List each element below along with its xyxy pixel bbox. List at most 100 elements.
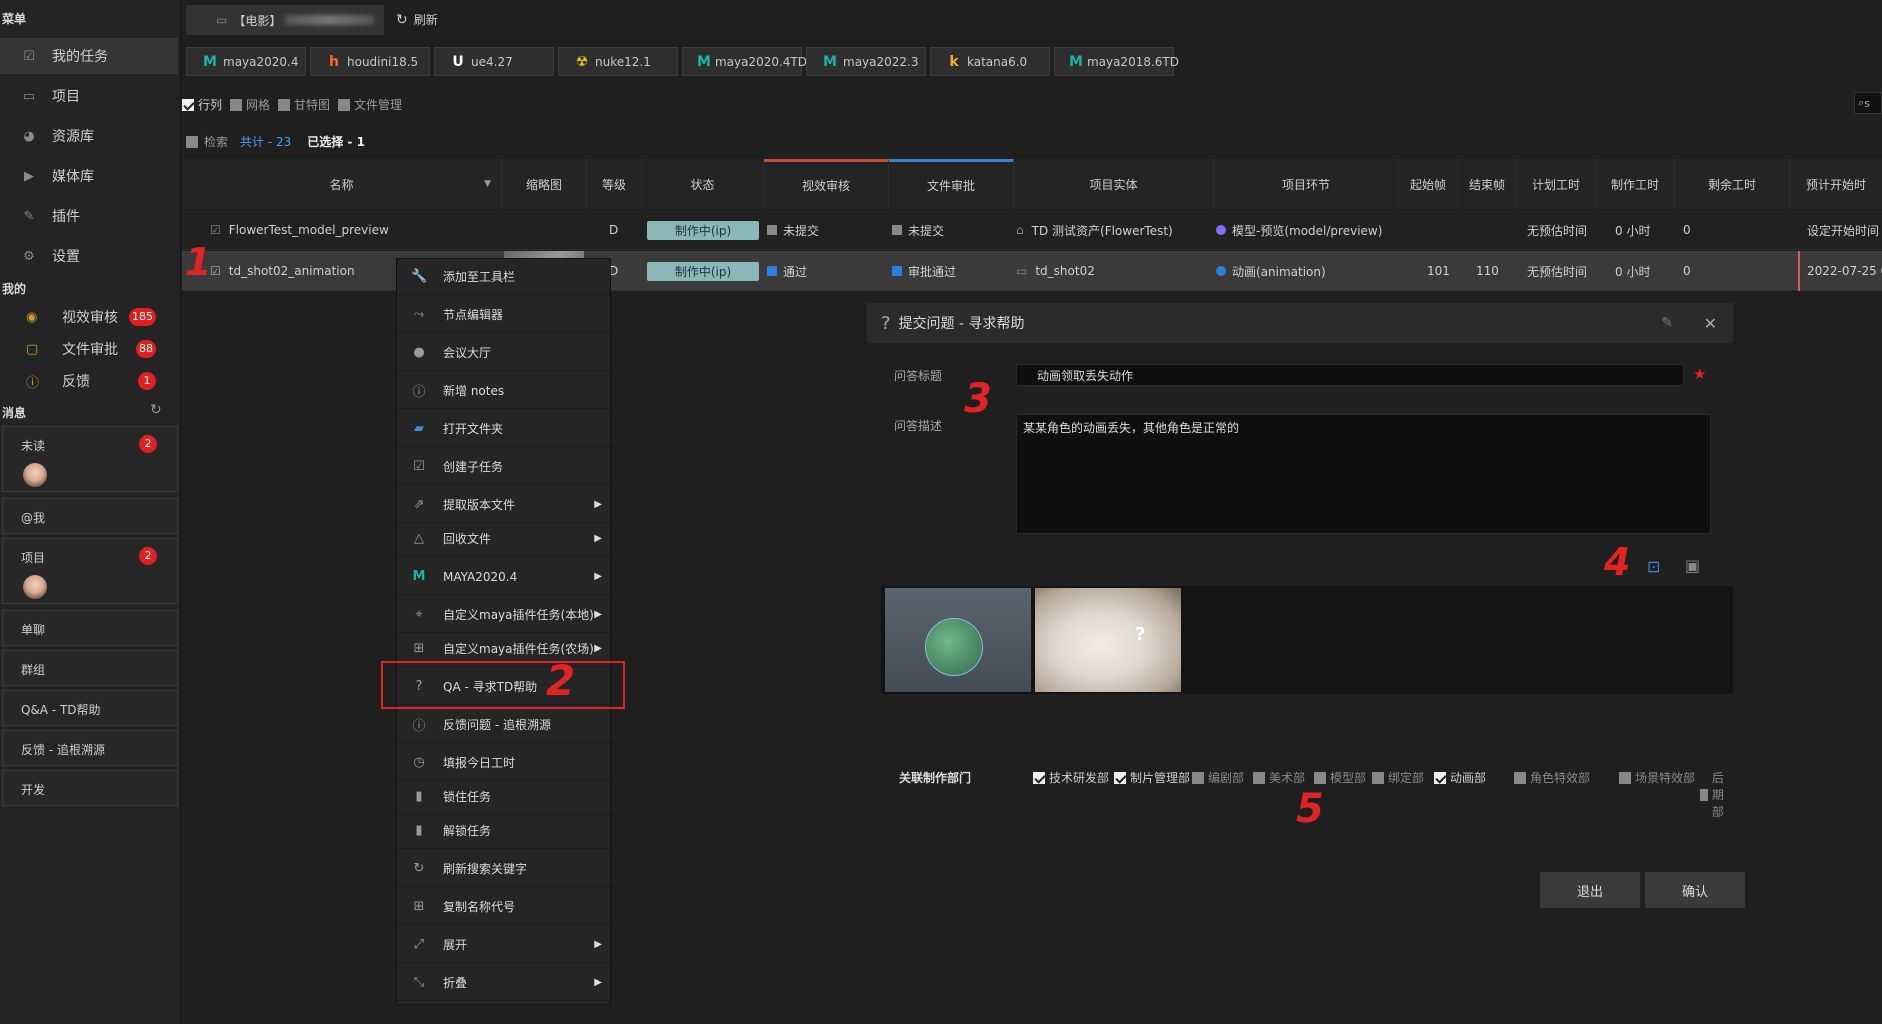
checkbox[interactable] <box>1033 771 1045 784</box>
search-input[interactable]: ⌕ s <box>1854 92 1882 114</box>
context-menu-item-17[interactable]: ⊞ 复制名称代号 <box>397 889 610 925</box>
column-header-file-approval[interactable]: 文件审批 <box>889 159 1014 209</box>
sidebar-item-settings[interactable]: ⚙ 设置 <box>0 238 178 274</box>
column-header-step[interactable]: 项目环节 <box>1214 159 1399 209</box>
attachment-cat-image[interactable]: ? <box>1035 588 1181 692</box>
context-menu-item-2[interactable]: ● 会议大厅 <box>397 335 610 371</box>
status-cell[interactable]: 制作中(ip) <box>647 251 759 291</box>
message-card-group[interactable]: 群组 <box>2 650 178 686</box>
department-option-5[interactable]: 绑定部 <box>1372 769 1424 786</box>
question-title-input[interactable]: 动画领取丢失动作 <box>1016 364 1684 386</box>
software-button-4[interactable]: Mmaya2020.4TD <box>682 47 807 76</box>
message-card-project[interactable]: 项目 2 <box>2 538 178 604</box>
department-option-7[interactable]: 角色特效部 <box>1514 769 1590 786</box>
checkbox[interactable] <box>1700 788 1708 801</box>
department-option-3[interactable]: 美术部 <box>1253 769 1305 786</box>
sidebar-item-project[interactable]: ▭ 项目 <box>0 78 178 114</box>
software-button-0[interactable]: Mmaya2020.4 <box>186 47 306 76</box>
department-option-1[interactable]: 制片管理部 <box>1114 769 1190 786</box>
context-menu-item-9[interactable]: ⌖ 自定义maya插件任务(本地) ▶ <box>397 597 610 633</box>
sidebar-item-feedback[interactable]: ⓘ 反馈 1 <box>0 367 178 395</box>
software-button-5[interactable]: Mmaya2022.3 <box>806 47 926 76</box>
refresh-button[interactable]: ↻ 刷新 <box>396 11 438 28</box>
sidebar-item-my-tasks[interactable]: ☑ 我的任务 <box>0 38 178 74</box>
context-menu-item-14[interactable]: ▮ 锁住任务 <box>397 779 610 815</box>
est-start[interactable]: 设定开始时间 <box>1807 210 1879 250</box>
column-header-remaining-hours[interactable]: 剩余工时 <box>1675 159 1790 209</box>
context-menu-item-13[interactable]: ◷ 填报今日工时 <box>397 745 610 781</box>
message-card-qa[interactable]: Q&A - TD帮助 <box>2 690 178 726</box>
department-option-4[interactable]: 模型部 <box>1314 769 1366 786</box>
confirm-button[interactable]: 确认 <box>1645 872 1745 908</box>
department-option-8[interactable]: 场景特效部 <box>1619 769 1695 786</box>
software-button-2[interactable]: Uue4.27 <box>434 47 554 76</box>
checkbox[interactable] <box>278 98 291 111</box>
software-button-3[interactable]: ☢ nuke12.1 <box>558 47 678 76</box>
checkbox[interactable] <box>1619 771 1631 784</box>
vfx-review-cell[interactable]: 未提交 <box>767 210 819 250</box>
department-option-6[interactable]: 动画部 <box>1434 769 1486 786</box>
message-card-feedback[interactable]: 反馈 - 追根溯源 <box>2 730 178 766</box>
software-button-7[interactable]: Mmaya2018.6TD <box>1054 47 1179 76</box>
view-toggle-rows[interactable]: 行列 <box>182 96 222 113</box>
column-header-est-start[interactable]: 预计开始时 <box>1790 159 1882 209</box>
department-option-2[interactable]: 编剧部 <box>1192 769 1244 786</box>
software-button-6[interactable]: k katana6.0 <box>930 47 1050 76</box>
pin-icon[interactable]: ✎ <box>1661 315 1673 331</box>
sidebar-item-vfx-review[interactable]: ◉ 视效审核 185 <box>0 303 178 331</box>
context-menu-item-12[interactable]: ⓘ 反馈问题 - 追根溯源 <box>397 707 610 743</box>
file-approval-cell[interactable]: 审批通过 <box>892 251 956 291</box>
column-header-start-frame[interactable]: 起始帧 <box>1399 159 1458 209</box>
column-header-entity[interactable]: 项目实体 <box>1014 159 1214 209</box>
context-menu-item-19[interactable]: ⤡ 折叠 ▶ <box>397 965 610 1001</box>
context-menu-item-8[interactable]: M MAYA2020.4 ▶ <box>397 559 610 595</box>
checkbox[interactable] <box>338 98 351 111</box>
context-menu-item-18[interactable]: ⤢ 展开 ▶ <box>397 927 610 963</box>
checkbox[interactable] <box>1372 771 1384 784</box>
checkbox[interactable] <box>1192 771 1204 784</box>
question-desc-textarea[interactable]: 某某角色的动画丢失，其他角色是正常的 <box>1016 414 1711 534</box>
context-menu-item-6[interactable]: ⇗ 提取版本文件 ▶ <box>397 487 610 523</box>
checkbox[interactable] <box>1114 771 1126 784</box>
view-toggle-gantt[interactable]: 甘特图 <box>278 96 330 113</box>
column-header-work-hours[interactable]: 制作工时 <box>1596 159 1675 209</box>
status-cell[interactable]: 制作中(ip) <box>647 210 759 250</box>
project-tab[interactable]: ▭ 【电影】 <box>186 5 384 35</box>
column-header-status[interactable]: 状态 <box>642 159 764 209</box>
context-menu-item-7[interactable]: △ 回收文件 ▶ <box>397 521 610 557</box>
view-toggle-grid[interactable]: 网格 <box>230 96 270 113</box>
screenshot-icon[interactable]: ⊡ <box>1647 557 1660 576</box>
context-menu-item-3[interactable]: ⓘ 新增 notes <box>397 373 610 409</box>
checkbox[interactable] <box>1314 771 1326 784</box>
cancel-button[interactable]: 退出 <box>1540 872 1640 908</box>
message-card-dev[interactable]: 开发 <box>2 770 178 806</box>
sidebar-item-file-approval[interactable]: ▢ 文件审批 88 <box>0 335 178 363</box>
message-card-mention[interactable]: @我 <box>2 498 178 534</box>
search-filter-checkbox[interactable] <box>186 135 198 148</box>
checkbox[interactable] <box>1514 771 1526 784</box>
department-option-0[interactable]: 技术研发部 <box>1033 769 1109 786</box>
department-option-9[interactable]: 后期部 <box>1700 769 1733 820</box>
sidebar-item-media-library[interactable]: ▶ 媒体库 <box>0 158 178 194</box>
column-header-vfx-review[interactable]: 视效审核 <box>764 159 889 209</box>
est-start[interactable]: 2022-07-25 0 <box>1807 251 1882 291</box>
context-menu-item-15[interactable]: ▮ 解锁任务 <box>397 813 610 849</box>
message-card-direct[interactable]: 单聊 <box>2 610 178 646</box>
message-card-unread[interactable]: 未读 2 <box>2 426 178 492</box>
context-menu-item-1[interactable]: ⤳ 节点编辑器 <box>397 297 610 333</box>
column-header-level[interactable]: 等级 <box>587 159 642 209</box>
checkbox[interactable] <box>1253 771 1265 784</box>
context-menu-item-5[interactable]: ☑ 创建子任务 <box>397 449 610 485</box>
column-header-thumbnail[interactable]: 缩略图 <box>502 159 587 209</box>
checkbox[interactable] <box>182 98 194 111</box>
sidebar-item-plugin[interactable]: ✎ 插件 <box>0 198 178 234</box>
column-header-end-frame[interactable]: 结束帧 <box>1458 159 1517 209</box>
context-menu-item-0[interactable]: 🔧 添加至工具栏 <box>397 259 610 295</box>
sidebar-item-asset-library[interactable]: ◕ 资源库 <box>0 118 178 154</box>
context-menu-item-16[interactable]: ↻ 刷新搜索关键字 <box>397 851 610 887</box>
attachment-viewport-image[interactable] <box>885 588 1031 692</box>
checkbox[interactable] <box>1434 771 1446 784</box>
refresh-messages-icon[interactable]: ↻ <box>150 402 162 418</box>
close-icon[interactable]: ✕ <box>1704 314 1717 333</box>
image-upload-icon[interactable]: ▣ <box>1685 556 1700 575</box>
